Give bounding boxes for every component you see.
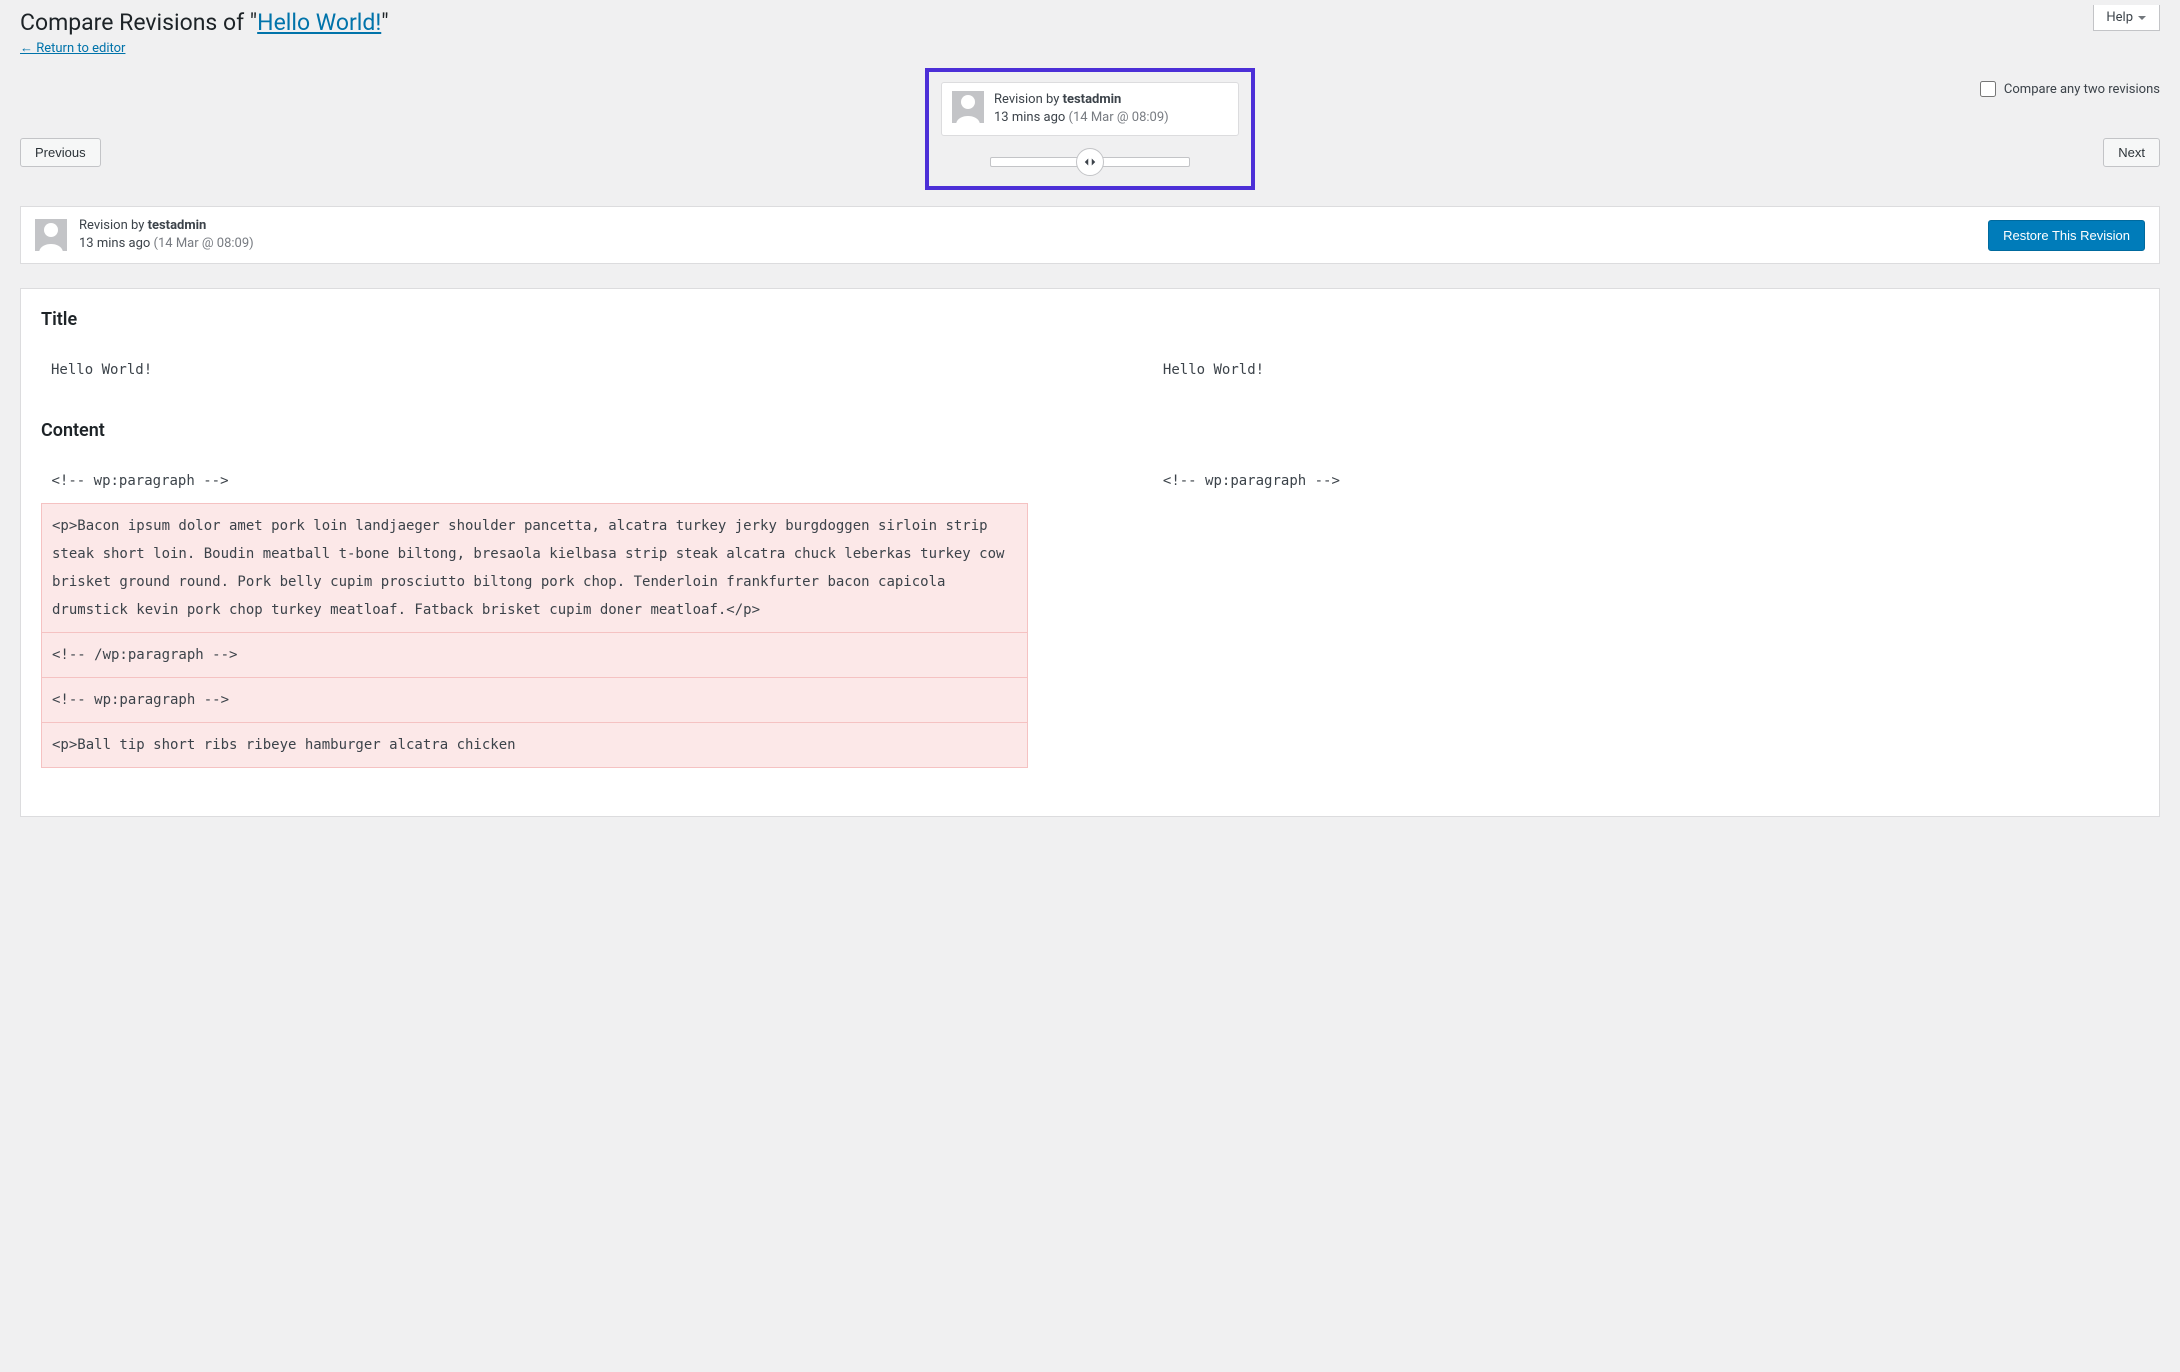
compare-any-checkbox[interactable] [1980, 81, 1996, 97]
slider-track-right [1100, 157, 1190, 167]
diff-cell-left: <p>Ball tip short ribs ribeye hamburger … [42, 723, 1028, 768]
user-icon [35, 219, 67, 251]
revision-tooltip: Revision by testadmin 13 mins ago (14 Ma… [941, 82, 1239, 136]
slider-handle[interactable] [1076, 148, 1104, 176]
avatar [35, 219, 67, 251]
diff-title-table: Hello World! Hello World! [41, 348, 2139, 392]
chevron-down-icon [2137, 13, 2147, 23]
user-icon [952, 91, 984, 123]
diff-cell-left: <!-- wp:paragraph --> [42, 678, 1028, 723]
diff-cell-left: Hello World! [41, 348, 1027, 392]
help-label: Help [2106, 10, 2133, 25]
meta-date-line: 13 mins ago (14 Mar @ 08:09) [79, 235, 254, 253]
table-row: <!-- wp:paragraph --> <!-- wp:paragraph -… [42, 459, 2139, 504]
meta-author-line: Revision by testadmin [79, 217, 254, 235]
table-row: <p>Bacon ipsum dolor amet pork loin land… [42, 504, 2139, 633]
tooltip-author-line: Revision by testadmin [994, 91, 1169, 109]
diff-cell-left: <!-- wp:paragraph --> [42, 459, 1028, 504]
table-row: <p>Ball tip short ribs ribeye hamburger … [42, 723, 2139, 768]
tooltip-date-line: 13 mins ago (14 Mar @ 08:09) [994, 109, 1169, 127]
diff-cell-right: <!-- wp:paragraph --> [1153, 459, 2139, 504]
slider-track-left [990, 157, 1080, 167]
slider-highlight: Revision by testadmin 13 mins ago (14 Ma… [925, 68, 1255, 190]
next-button[interactable]: Next [2103, 138, 2160, 167]
compare-any-label[interactable]: Compare any two revisions [1980, 81, 2160, 97]
diff-cell-right [1153, 678, 2139, 723]
previous-button[interactable]: Previous [20, 138, 101, 167]
table-row: <!-- /wp:paragraph --> [42, 633, 2139, 678]
diff-content-heading: Content [41, 420, 2139, 441]
help-tab[interactable]: Help [2093, 5, 2160, 31]
table-row: Hello World! Hello World! [41, 348, 2139, 392]
diff-cell-right: Hello World! [1153, 348, 2139, 392]
restore-revision-button[interactable]: Restore This Revision [1988, 220, 2145, 251]
return-to-editor-link[interactable]: ← Return to editor [20, 40, 125, 56]
diff-container: Title Hello World! Hello World! Content … [20, 288, 2160, 817]
revision-meta-bar: Revision by testadmin 13 mins ago (14 Ma… [20, 206, 2160, 264]
drag-handle-icon [1083, 155, 1097, 169]
diff-content-table: <!-- wp:paragraph --> <!-- wp:paragraph -… [41, 459, 2139, 768]
diff-cell-right [1153, 723, 2139, 768]
post-title-link[interactable]: Hello World! [257, 9, 381, 36]
avatar [952, 91, 984, 123]
page-title: Compare Revisions of "Hello World!" [20, 0, 2160, 40]
diff-cell-right [1153, 633, 2139, 678]
diff-cell-left: <p>Bacon ipsum dolor amet pork loin land… [42, 504, 1028, 633]
diff-cell-left: <!-- /wp:paragraph --> [42, 633, 1028, 678]
table-row: <!-- wp:paragraph --> [42, 678, 2139, 723]
diff-cell-right [1153, 504, 2139, 633]
revision-slider[interactable] [941, 148, 1239, 176]
diff-title-heading: Title [41, 309, 2139, 330]
